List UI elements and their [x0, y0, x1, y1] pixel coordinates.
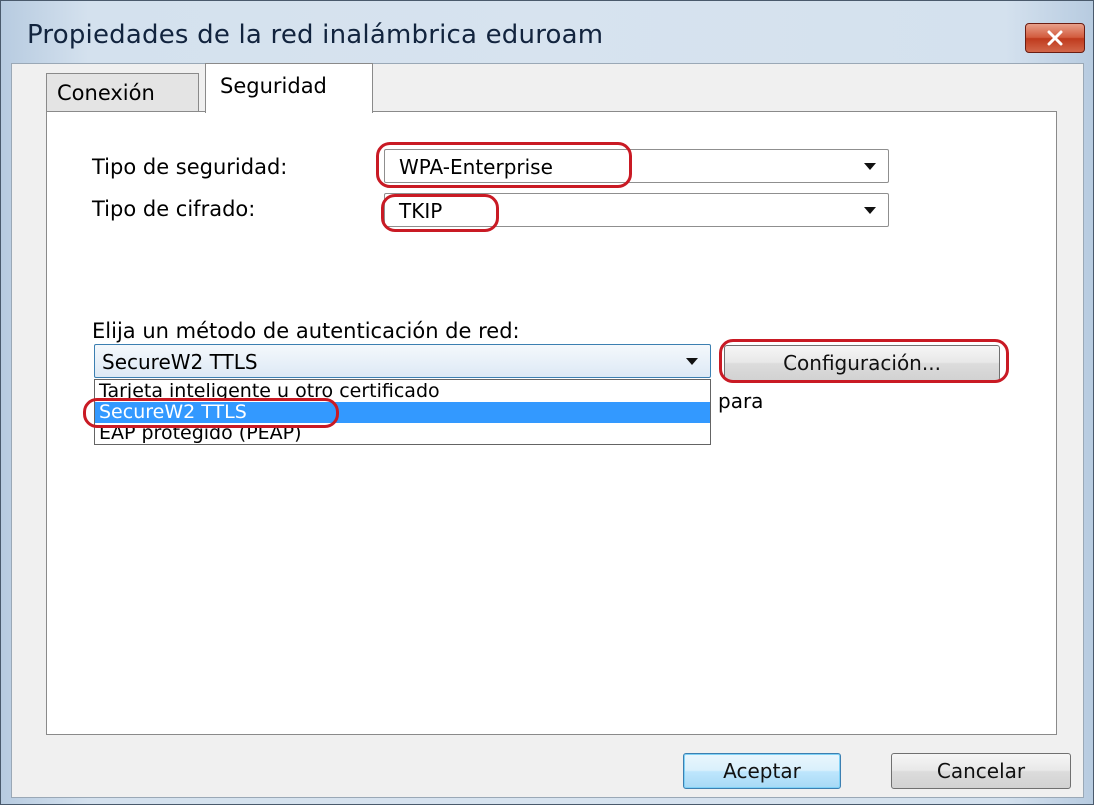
security-type-value: WPA-Enterprise — [399, 155, 553, 179]
obscured-text-fragment: para — [718, 389, 764, 413]
window-title: Propiedades de la red inalámbrica eduroa… — [27, 20, 604, 50]
auth-option-smartcard[interactable]: Tarjeta inteligente u otro certificado — [95, 381, 710, 402]
auth-option-securew2-ttls[interactable]: SecureW2 TTLS — [95, 402, 710, 423]
security-type-label: Tipo de seguridad: — [92, 155, 288, 179]
tab-conexion-label: Conexión — [57, 81, 155, 105]
auth-method-label: Elija un método de autenticación de red: — [92, 319, 520, 343]
configuration-button[interactable]: Configuración... — [724, 345, 1000, 381]
auth-option-peap[interactable]: EAP protegido (PEAP) — [95, 423, 710, 444]
ok-button-label: Aceptar — [723, 759, 801, 783]
configuration-button-label: Configuración... — [783, 351, 941, 375]
encryption-type-label: Tipo de cifrado: — [92, 197, 256, 221]
ok-button[interactable]: Aceptar — [683, 753, 841, 789]
close-x-icon — [1047, 30, 1063, 46]
dialog-window: Propiedades de la red inalámbrica eduroa… — [0, 0, 1094, 805]
tab-conexion[interactable]: Conexión — [46, 73, 199, 111]
title-bar[interactable]: Propiedades de la red inalámbrica eduroa… — [1, 1, 1093, 63]
encryption-type-value: TKIP — [399, 199, 443, 223]
cancel-button[interactable]: Cancelar — [891, 753, 1071, 789]
close-button[interactable] — [1025, 23, 1085, 53]
chevron-down-icon — [864, 207, 876, 214]
tab-seguridad[interactable]: Seguridad — [205, 63, 373, 113]
cancel-button-label: Cancelar — [936, 759, 1026, 783]
encryption-type-select[interactable]: TKIP — [384, 193, 889, 227]
chevron-down-icon — [686, 358, 698, 365]
auth-method-select[interactable]: SecureW2 TTLS — [94, 344, 711, 378]
security-type-select[interactable]: WPA-Enterprise — [384, 149, 889, 183]
auth-method-dropdown-list: Tarjeta inteligente u otro certificado S… — [94, 379, 711, 445]
chevron-down-icon — [864, 163, 876, 170]
tab-seguridad-label: Seguridad — [220, 74, 327, 98]
auth-method-value: SecureW2 TTLS — [102, 350, 258, 374]
